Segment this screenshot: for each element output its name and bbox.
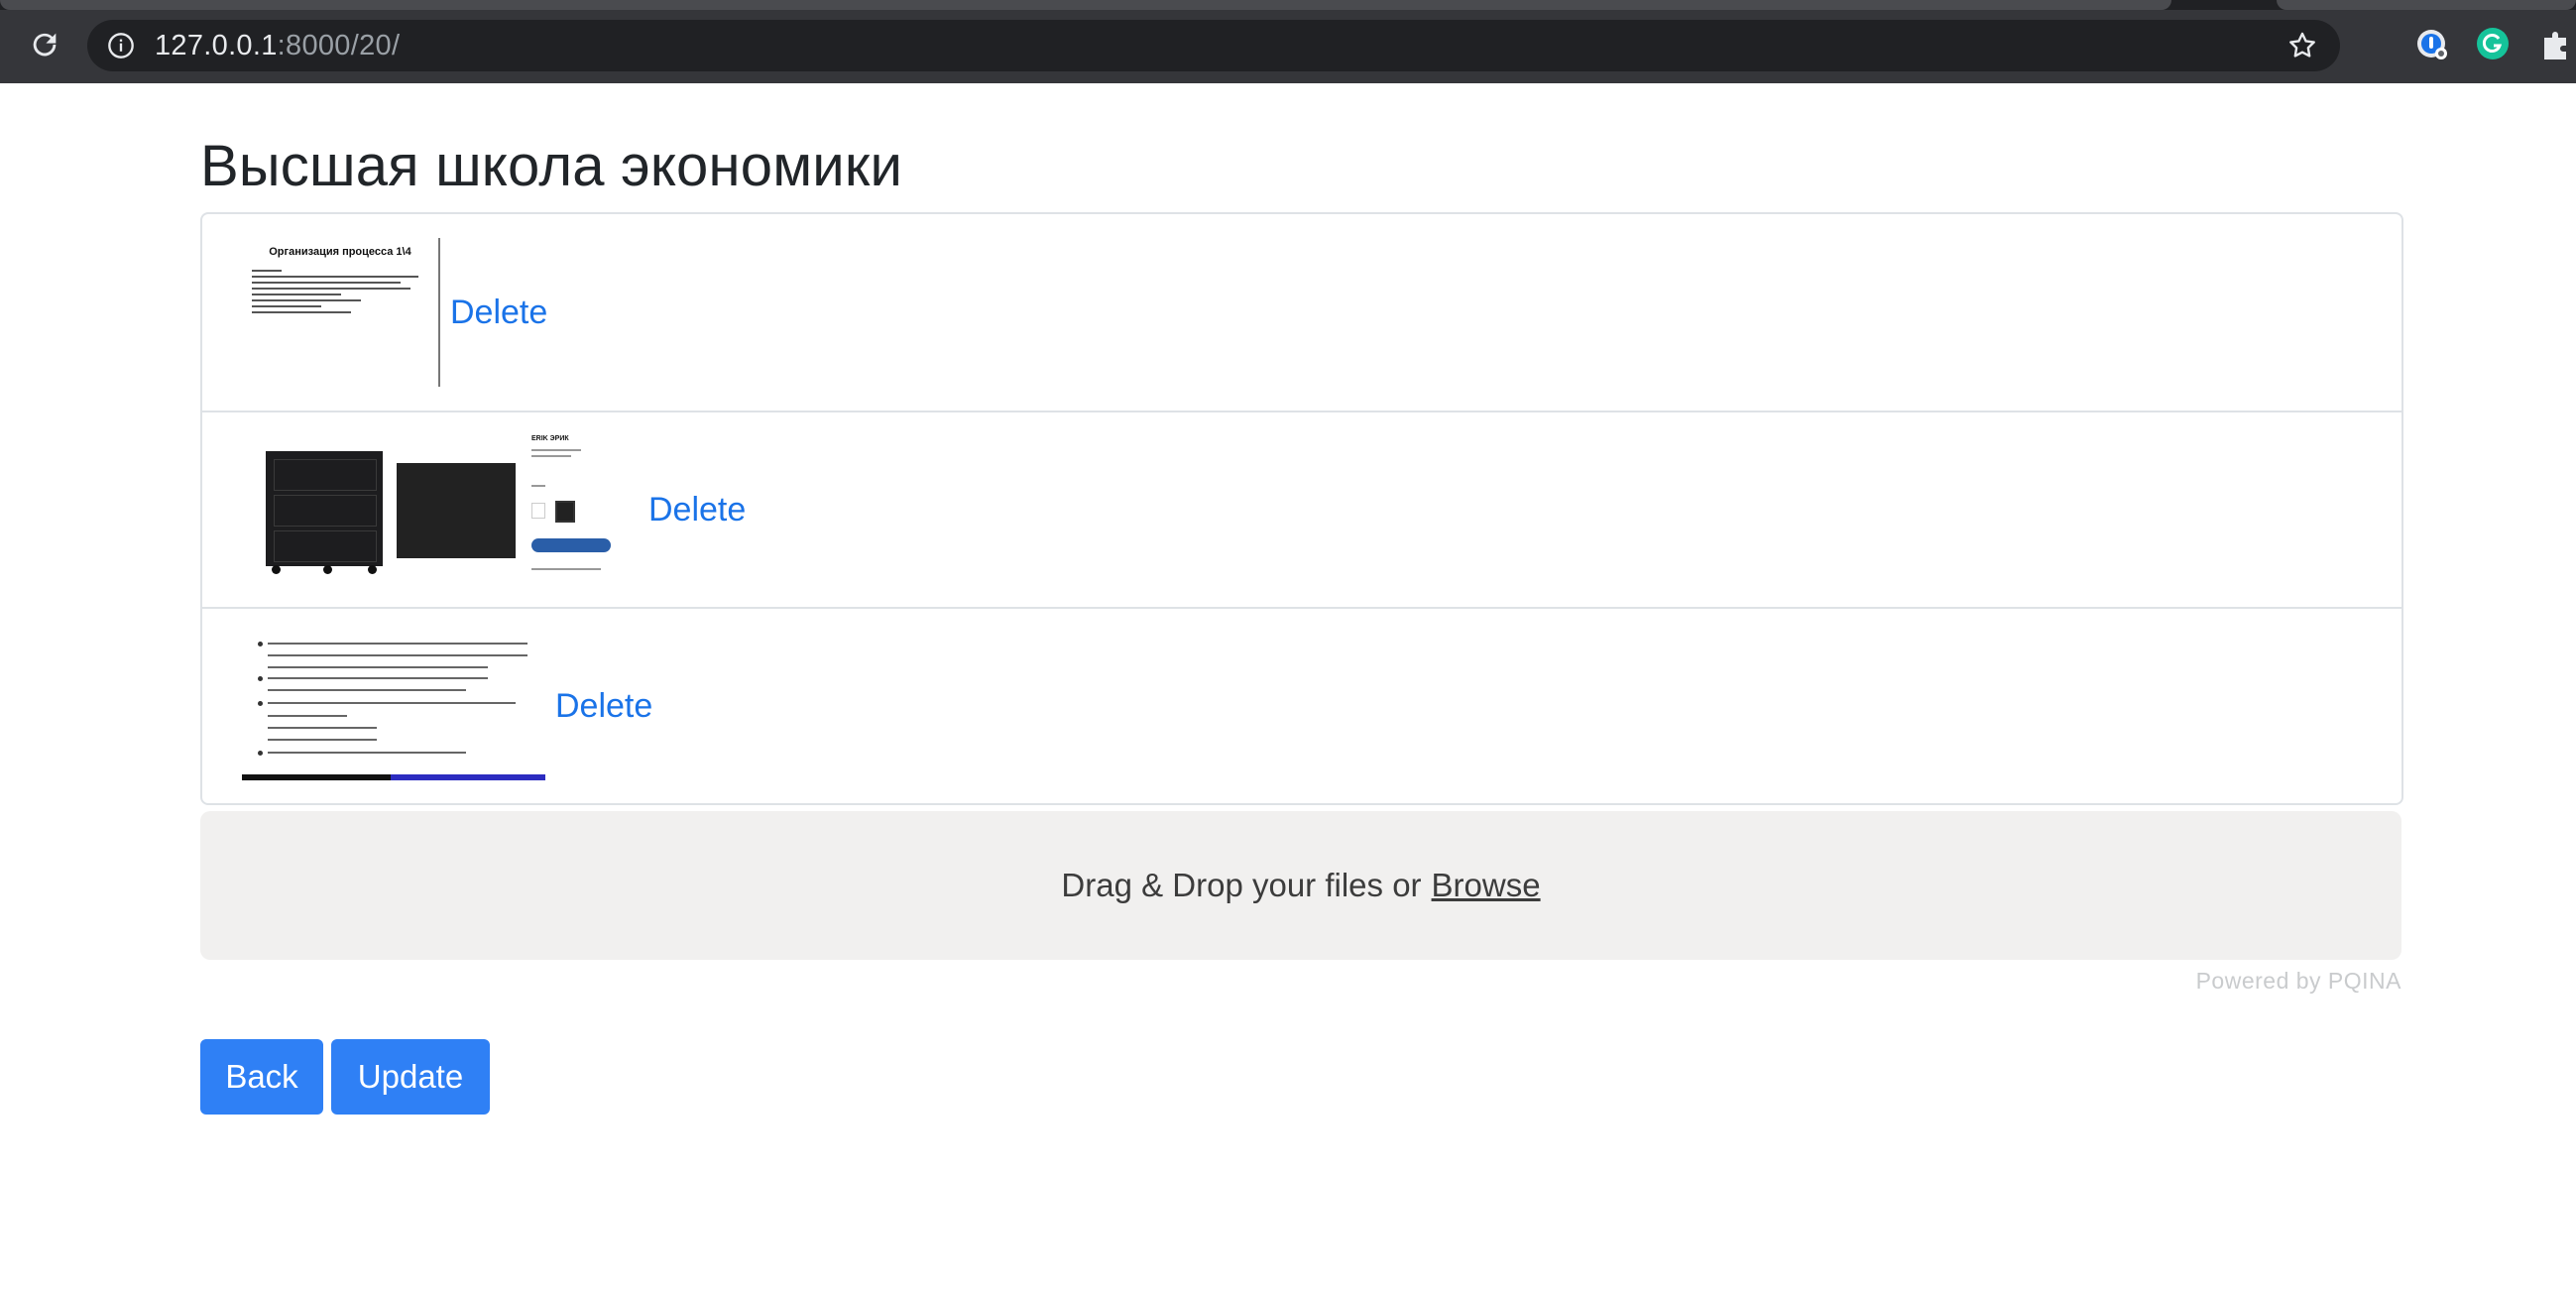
file-thumbnail[interactable] [242,632,545,780]
browser-tab[interactable] [2277,0,2576,10]
slide-text-line [268,739,377,741]
cabinet-image [266,451,383,574]
extensions-puzzle-icon[interactable] [2536,24,2576,63]
browser-tab[interactable] [0,0,2171,10]
thumbnail-text-line [252,276,418,278]
url-text[interactable]: 127.0.0.1:8000/20/ [155,30,400,61]
wheel [272,565,281,574]
url-host: 127.0.0.1 [155,30,278,61]
drawer [274,495,377,527]
thumbnail-text-line [252,294,341,295]
file-thumbnail[interactable]: Организация процесса 1\4 ​ [242,238,440,387]
file-row: Организация процесса 1\4 ​ Delete [202,214,2401,411]
thumbnail-title: Организация процесса 1\4 [269,246,411,258]
file-dropzone[interactable]: Drag & Drop your files or Browse [200,811,2401,960]
slide-footer-bar-accent [391,774,545,780]
file-thumbnail[interactable]: ERIK ЭРИК [242,435,639,584]
bullet [258,701,263,706]
color-swatch [531,503,545,519]
powered-by-link[interactable]: Powered by PQINA [2196,968,2401,995]
address-bar[interactable]: 127.0.0.1:8000/20/ [87,20,2340,71]
browse-link[interactable]: Browse [1432,867,1541,904]
file-row: Delete [202,607,2401,803]
color-swatch-selected [555,501,575,523]
info-icon[interactable] [107,32,135,59]
bullet [258,642,263,646]
file-row: ERIK ЭРИК Delete [202,411,2401,607]
delete-link[interactable]: Delete [648,491,746,529]
slide-text-line [268,702,516,704]
thumbnail-text-line [252,299,361,301]
update-button[interactable]: Update [331,1039,490,1115]
bookmark-star-icon[interactable] [2286,30,2318,61]
slide-text-line [268,727,377,729]
thumbnail-text-line [252,270,282,272]
thumbnail-subtitle-line: ​ [252,260,428,266]
thumbnail-text-line [252,311,351,313]
slide-text-line [268,654,527,656]
thumbnail-text-line [252,288,410,290]
slide-text-line [268,666,488,668]
browser-toolbar: 127.0.0.1:8000/20/ [0,0,2576,83]
slide-text-line [268,677,488,679]
slide-text-line [268,643,527,645]
product-name: ERIK ЭРИК [531,435,569,442]
slide-text-line [268,752,466,754]
spec-line [531,455,571,457]
slide-text-line [268,715,347,717]
drawer [274,530,377,562]
delete-link[interactable]: Delete [450,294,547,332]
reload-icon[interactable] [22,22,67,67]
product-spec-snippet: ERIK ЭРИК [531,435,635,584]
add-to-cart-pill [531,538,611,552]
wheel [323,565,332,574]
spec-line [531,449,581,451]
spec-line [531,568,601,570]
lock-closeup-image [397,463,516,558]
spec-line [531,485,545,487]
delete-link[interactable]: Delete [555,687,652,726]
slide-text-line [268,689,466,691]
thumbnail-text-line [252,305,321,307]
bullet [258,676,263,681]
url-path: :8000/20/ [277,30,401,61]
file-list: Организация процесса 1\4 ​ Delete [200,212,2403,805]
grammarly-extension-icon[interactable] [2473,24,2513,63]
thumbnail-text-line [252,282,401,284]
page-title: Высшая школа экономики [200,134,903,198]
bullet [258,751,263,756]
back-button[interactable]: Back [200,1039,323,1115]
dropzone-text: Drag & Drop your files or [1061,867,1422,903]
drawer [274,459,377,491]
password-manager-extension-icon[interactable] [2411,24,2451,63]
wheel [368,565,377,574]
